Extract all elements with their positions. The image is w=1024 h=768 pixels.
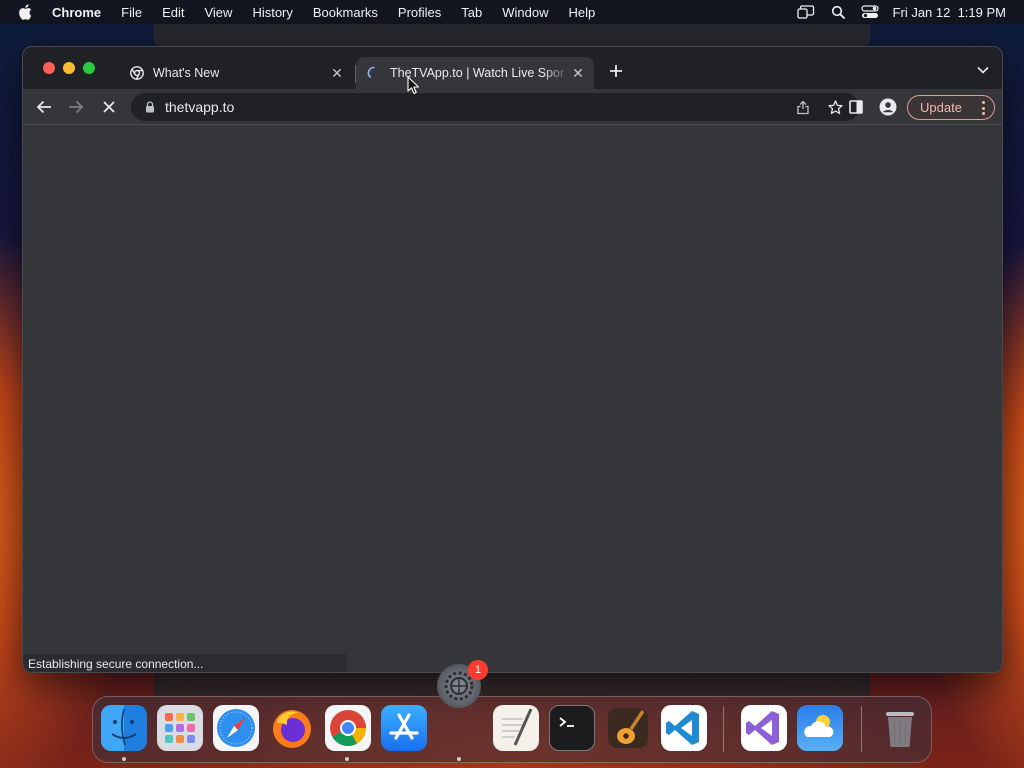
share-icon[interactable] xyxy=(795,99,811,115)
visual-studio-icon[interactable] xyxy=(741,705,787,751)
vscode-icon[interactable] xyxy=(661,705,707,751)
menu-tab[interactable]: Tab xyxy=(461,5,482,20)
background-window-bottom xyxy=(154,672,870,696)
chrome-icon xyxy=(129,65,145,81)
status-text: Establishing secure connection... xyxy=(28,657,204,671)
chevron-down-icon[interactable] xyxy=(976,64,990,76)
menu-app-chrome[interactable]: Chrome xyxy=(52,5,101,20)
launchpad-icon[interactable] xyxy=(157,705,203,751)
weather-icon[interactable] xyxy=(797,705,843,751)
close-window-button[interactable] xyxy=(43,62,55,74)
address-bar[interactable]: thetvapp.to xyxy=(131,93,859,121)
menubar-clock[interactable]: Fri Jan 12 1:19 PM xyxy=(893,5,1006,20)
spotlight-search-icon[interactable] xyxy=(829,5,847,19)
profile-avatar-icon[interactable] xyxy=(879,98,897,116)
update-button-label: Update xyxy=(920,100,962,115)
control-center-icon[interactable] xyxy=(860,5,879,19)
firefox-icon[interactable] xyxy=(269,705,315,751)
forward-arrow-icon[interactable] xyxy=(67,98,85,116)
bookmark-star-icon[interactable] xyxy=(827,99,843,115)
app-store-icon[interactable] xyxy=(381,705,427,751)
running-indicator xyxy=(457,757,461,761)
chrome-app-icon[interactable] xyxy=(325,705,371,751)
menu-history[interactable]: History xyxy=(252,5,292,20)
minimize-window-button[interactable] xyxy=(63,62,75,74)
chrome-window: What's New ✕ TheTVApp.to | Watch Live Sp… xyxy=(22,46,1003,673)
tab-whats-new[interactable]: What's New ✕ xyxy=(119,57,353,89)
browser-toolbar: thetvapp.to Update xyxy=(23,89,1002,125)
screen-mirroring-icon[interactable] xyxy=(796,5,815,19)
close-tab-icon[interactable]: ✕ xyxy=(329,65,345,81)
menu-profiles[interactable]: Profiles xyxy=(398,5,441,20)
maximize-window-button[interactable] xyxy=(83,62,95,74)
menu-edit[interactable]: Edit xyxy=(162,5,184,20)
trash-icon[interactable] xyxy=(877,705,923,751)
menu-window[interactable]: Window xyxy=(502,5,548,20)
running-indicator xyxy=(345,757,349,761)
tab-strip: What's New ✕ TheTVApp.to | Watch Live Sp… xyxy=(23,47,1002,89)
menu-help[interactable]: Help xyxy=(569,5,596,20)
menu-bar: Chrome File Edit View History Bookmarks … xyxy=(0,0,1024,24)
background-window-top xyxy=(154,24,870,46)
menu-bookmarks[interactable]: Bookmarks xyxy=(313,5,378,20)
update-button[interactable]: Update xyxy=(907,95,995,120)
page-content: Establishing secure connection... xyxy=(23,126,1002,672)
close-tab-icon[interactable]: ✕ xyxy=(570,65,586,81)
notification-badge: 1 xyxy=(468,660,488,680)
menu-file[interactable]: File xyxy=(121,5,142,20)
dock-separator xyxy=(861,706,862,752)
tab-title: What's New xyxy=(153,66,220,80)
apple-icon[interactable] xyxy=(18,4,38,20)
safari-icon[interactable] xyxy=(213,705,259,751)
running-indicator xyxy=(122,757,126,761)
side-panel-icon[interactable] xyxy=(847,98,865,116)
more-menu-icon[interactable] xyxy=(981,101,985,115)
lock-icon[interactable] xyxy=(145,101,155,113)
terminal-icon[interactable] xyxy=(549,705,595,751)
tab-thetvapp[interactable]: TheTVApp.to | Watch Live Spor ✕ xyxy=(356,57,594,89)
garageband-icon[interactable] xyxy=(605,705,651,751)
dock-separator xyxy=(723,706,724,752)
new-tab-button[interactable] xyxy=(607,62,625,80)
stop-loading-icon[interactable] xyxy=(100,98,118,116)
back-arrow-icon[interactable] xyxy=(35,98,53,116)
loading-spinner-icon xyxy=(366,65,382,81)
menu-view[interactable]: View xyxy=(204,5,232,20)
mouse-cursor-icon xyxy=(407,76,420,95)
finder-icon[interactable] xyxy=(101,705,147,751)
url-text[interactable]: thetvapp.to xyxy=(165,99,795,115)
status-bubble: Establishing secure connection... xyxy=(23,654,347,672)
textedit-icon[interactable] xyxy=(493,705,539,751)
